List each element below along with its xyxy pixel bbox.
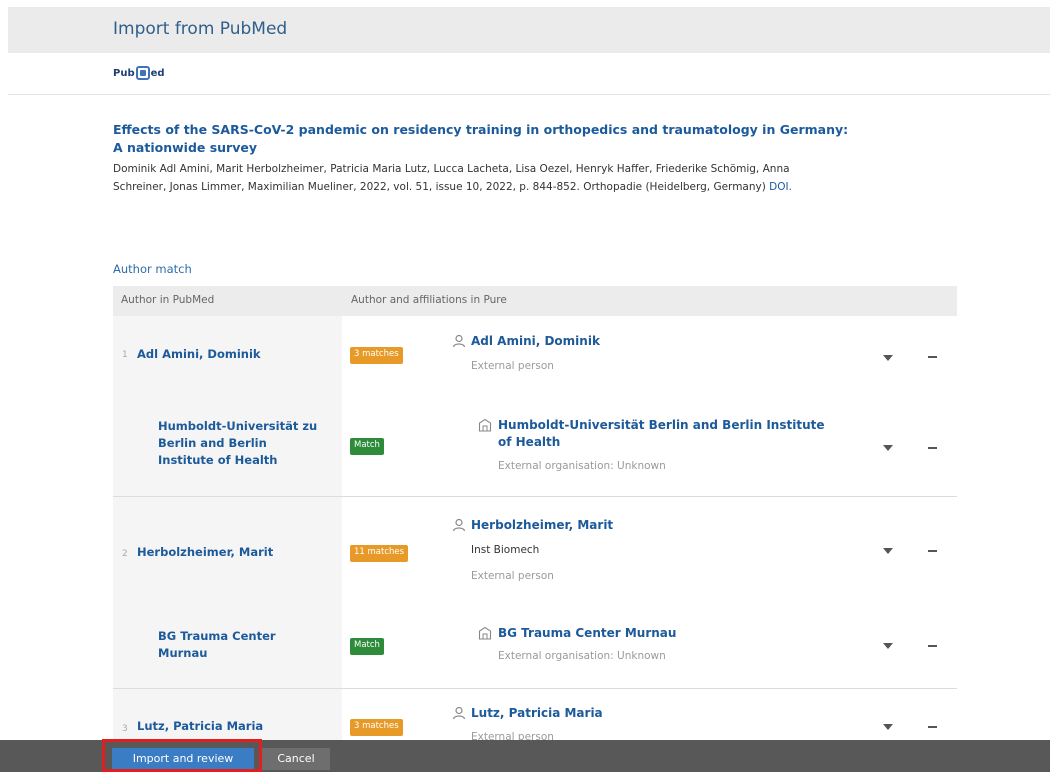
- affiliation-line: Murnau: [158, 646, 208, 660]
- pubmed-column-background: [113, 316, 342, 740]
- match-type-label: External organisation: Unknown: [498, 650, 666, 662]
- match-count-badge[interactable]: 11 matches: [350, 545, 409, 562]
- minus-icon[interactable]: [928, 447, 937, 449]
- logo-text-left: Pub: [113, 67, 135, 79]
- pubmed-affiliation-name: Humboldt-Universität zu Berlin and Berli…: [158, 418, 338, 469]
- organisation-line: of Health: [498, 435, 561, 449]
- logo-text-right: ed: [150, 67, 165, 79]
- publication-meta-line: Schreiner, Jonas Limmer, Maximilian Muel…: [113, 181, 766, 193]
- pubmed-affiliation-name: BG Trauma Center Murnau: [158, 628, 338, 662]
- chevron-down-icon[interactable]: [883, 445, 893, 451]
- pure-person-match[interactable]: Herbolzheimer, Marit: [471, 517, 613, 534]
- chevron-down-icon[interactable]: [883, 643, 893, 649]
- chevron-down-icon[interactable]: [883, 548, 893, 554]
- pubmed-author-name: Herbolzheimer, Marit: [137, 545, 274, 559]
- row-divider: [113, 496, 957, 497]
- organisation-line: Humboldt-Universität Berlin and Berlin I…: [498, 418, 825, 432]
- divider: [8, 94, 1050, 95]
- minus-icon[interactable]: [928, 726, 937, 728]
- pubmed-author-name: Adl Amini, Dominik: [137, 347, 261, 361]
- table-header: Author in PubMed Author and affiliations…: [113, 286, 957, 316]
- logo-m-icon: [135, 66, 150, 80]
- affiliation-line: BG Trauma Center: [158, 629, 276, 643]
- row-divider: [113, 688, 957, 689]
- match-type-label: External person: [471, 570, 554, 582]
- pubmed-logo: Pub ed: [113, 63, 165, 83]
- pure-organisation-match[interactable]: Humboldt-Universität Berlin and Berlin I…: [498, 417, 878, 451]
- cancel-button[interactable]: Cancel: [262, 748, 330, 770]
- column-header-pure: Author and affiliations in Pure: [351, 294, 507, 306]
- chevron-down-icon[interactable]: [883, 355, 893, 361]
- minus-icon[interactable]: [928, 356, 937, 358]
- affiliation-line: Humboldt-Universität zu: [158, 419, 318, 433]
- publication-meta: Dominik Adl Amini, Marit Herbolzheimer, …: [113, 160, 943, 196]
- match-badge[interactable]: Match: [350, 438, 384, 455]
- publication-title[interactable]: Effects of the SARS-CoV-2 pandemic on re…: [113, 121, 933, 157]
- affiliation-line: Berlin and Berlin: [158, 436, 267, 450]
- highlight-box: [102, 739, 262, 772]
- doi-link[interactable]: DOI.: [769, 181, 792, 193]
- pure-person-match[interactable]: Lutz, Patricia Maria: [471, 705, 603, 722]
- row-index: 2: [122, 549, 128, 559]
- person-icon: [452, 706, 466, 720]
- publication-title-line: Effects of the SARS-CoV-2 pandemic on re…: [113, 122, 849, 137]
- building-icon: [478, 626, 492, 640]
- affiliation-line: Institute of Health: [158, 453, 278, 467]
- person-icon: [452, 518, 466, 532]
- match-count-badge[interactable]: 3 matches: [350, 719, 403, 736]
- chevron-down-icon[interactable]: [883, 724, 893, 730]
- column-header-pubmed: Author in PubMed: [121, 294, 215, 306]
- pure-person-match[interactable]: Adl Amini, Dominik: [471, 333, 600, 350]
- person-affiliation: Inst Biomech: [471, 544, 540, 556]
- minus-icon[interactable]: [928, 645, 937, 647]
- row-index: 1: [122, 350, 128, 360]
- row-index: 3: [122, 724, 128, 734]
- pubmed-author-name: Lutz, Patricia Maria: [137, 719, 264, 733]
- match-type-label: External person: [471, 360, 554, 372]
- match-type-label: External organisation: Unknown: [498, 460, 666, 472]
- dialog-title: Import from PubMed: [113, 19, 288, 39]
- pure-organisation-match[interactable]: BG Trauma Center Murnau: [498, 625, 676, 642]
- minus-icon[interactable]: [928, 550, 937, 552]
- person-icon: [452, 334, 466, 348]
- match-count-badge[interactable]: 3 matches: [350, 347, 403, 364]
- building-icon: [478, 418, 492, 432]
- publication-meta-line: Dominik Adl Amini, Marit Herbolzheimer, …: [113, 163, 790, 175]
- section-label-author-match: Author match: [113, 262, 192, 276]
- publication-title-line: A nationwide survey: [113, 140, 257, 155]
- match-badge[interactable]: Match: [350, 638, 384, 655]
